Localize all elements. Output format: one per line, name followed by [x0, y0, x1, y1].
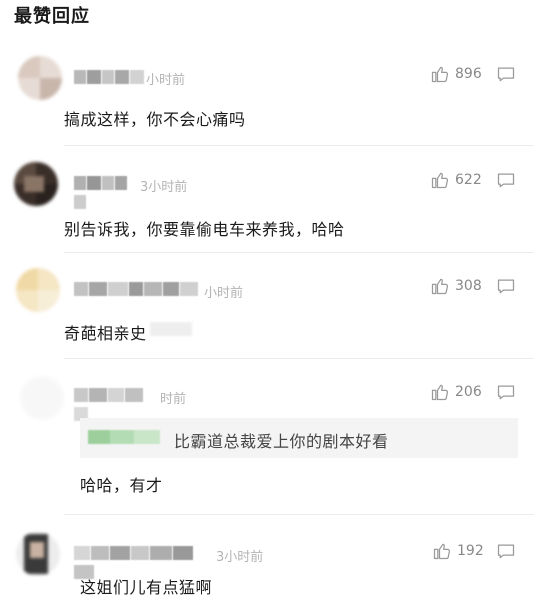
blur-patch: [150, 322, 192, 336]
comment-bubble-icon[interactable]: [496, 64, 516, 84]
avatar[interactable]: [18, 56, 62, 100]
comment-bubble-icon[interactable]: [496, 382, 516, 402]
thumbs-up-icon: [431, 172, 449, 189]
username[interactable]: [74, 282, 202, 296]
quoted-username: [88, 430, 160, 444]
like-count: 206: [455, 384, 482, 400]
avatar[interactable]: [16, 532, 60, 576]
quoted-reply[interactable]: 比霸道总裁爱上你的剧本好看: [80, 418, 518, 458]
username[interactable]: [74, 176, 140, 209]
comment-text: 搞成这样，你不会心痛吗: [64, 110, 246, 129]
comment-bubble-icon[interactable]: [496, 541, 516, 561]
like-button[interactable]: 192: [432, 541, 484, 561]
username[interactable]: [74, 546, 214, 579]
avatar[interactable]: [16, 268, 60, 312]
timestamp: 小时前: [146, 73, 186, 88]
thumbs-up-icon: [431, 384, 449, 401]
like-count: 896: [455, 66, 482, 82]
like-button[interactable]: 896: [430, 64, 482, 84]
divider: [64, 358, 534, 359]
thumbs-up-icon: [433, 543, 451, 560]
like-count: 192: [457, 543, 484, 559]
like-button[interactable]: 622: [430, 170, 482, 190]
username[interactable]: [74, 388, 158, 421]
timestamp: 小时前: [204, 286, 244, 301]
like-button[interactable]: 206: [430, 382, 482, 402]
comment-text: 这姐们儿有点猛啊: [80, 578, 213, 597]
comment-bubble-icon[interactable]: [496, 170, 516, 190]
divider: [64, 514, 534, 515]
divider: [64, 252, 534, 253]
comment-text: 哈哈，有才: [80, 476, 163, 495]
timestamp: 3小时前: [140, 180, 188, 195]
comment-text: 奇葩相亲史: [64, 324, 147, 343]
avatar[interactable]: [14, 162, 58, 206]
quoted-text: 比霸道总裁爱上你的剧本好看: [174, 432, 389, 451]
thumbs-up-icon: [431, 278, 449, 295]
divider: [64, 145, 534, 146]
like-count: 308: [455, 278, 482, 294]
comment-bubble-icon[interactable]: [496, 276, 516, 296]
thumbs-up-icon: [431, 66, 449, 83]
comment-text: 别告诉我，你要靠偷电车来养我，哈哈: [64, 220, 345, 239]
timestamp: 时前: [160, 392, 187, 407]
timestamp: 3小时前: [216, 550, 264, 565]
section-title: 最赞回应: [14, 6, 90, 27]
like-button[interactable]: 308: [430, 276, 482, 296]
avatar[interactable]: [20, 376, 64, 420]
like-count: 622: [455, 172, 482, 188]
username[interactable]: [74, 70, 146, 84]
